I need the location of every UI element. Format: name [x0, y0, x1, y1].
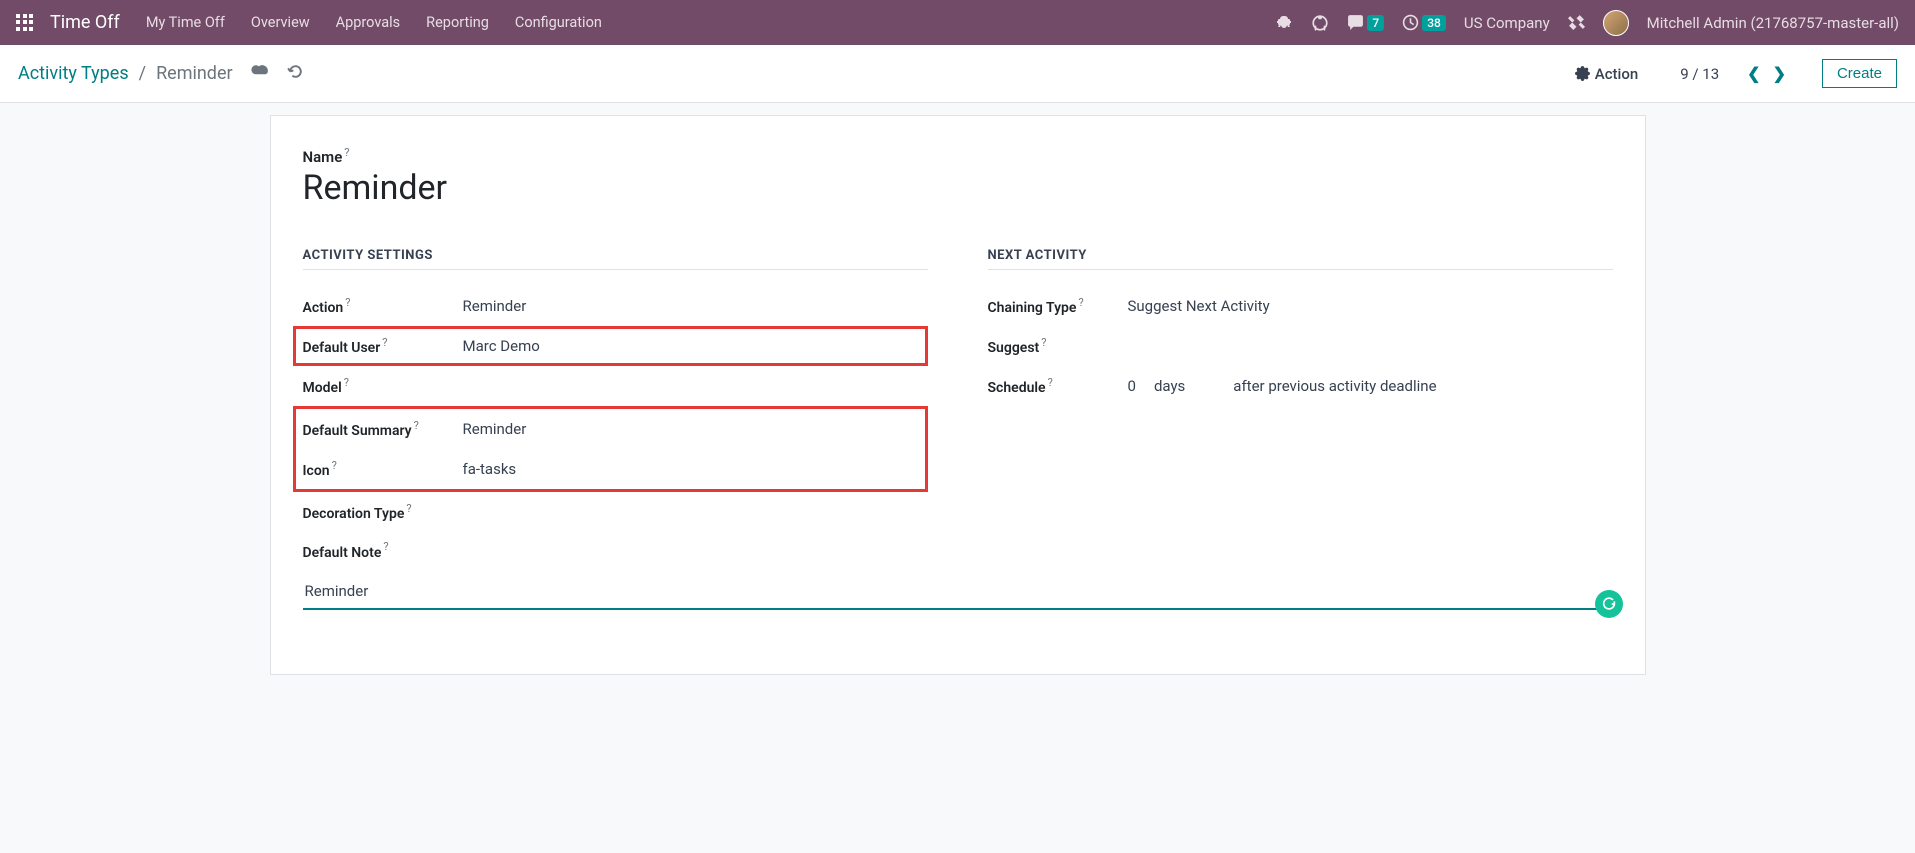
row-chaining: Chaining Type? Suggest Next Activity	[988, 286, 1613, 326]
highlight-summary-icon: Default Summary? Reminder Icon? fa-tasks	[293, 406, 928, 492]
cloud-save-icon[interactable]	[251, 63, 269, 85]
row-default-user: Default User? Marc Demo	[293, 326, 928, 366]
apps-icon[interactable]	[16, 14, 34, 32]
model-label: Model	[303, 380, 342, 396]
default-summary-label: Default Summary	[303, 423, 412, 439]
action-label: Action	[303, 300, 344, 316]
support-icon[interactable]	[1311, 14, 1329, 32]
nav-approvals[interactable]: Approvals	[336, 14, 401, 31]
help-icon[interactable]: ?	[344, 146, 349, 159]
icon-label: Icon	[303, 463, 330, 479]
icon-value[interactable]: fa-tasks	[463, 460, 925, 478]
help-icon[interactable]: ?	[332, 459, 337, 472]
help-icon[interactable]: ?	[383, 540, 388, 553]
section-activity-settings: ACTIVITY SETTINGS	[303, 248, 928, 270]
pager-next[interactable]: ❯	[1769, 62, 1790, 85]
form-sheet: Name? Reminder ACTIVITY SETTINGS Action?…	[270, 115, 1646, 675]
decoration-label: Decoration Type	[303, 506, 405, 522]
name-field-group: Name? Reminder	[303, 146, 1613, 208]
navbar-right: 7 38 US Company Mitchell Admin (21768757…	[1277, 10, 1899, 36]
row-decoration: Decoration Type?	[303, 492, 928, 532]
left-column: ACTIVITY SETTINGS Action? Reminder Defau…	[303, 248, 928, 578]
nav-links: My Time Off Overview Approvals Reporting…	[146, 14, 602, 31]
default-user-label: Default User	[303, 340, 381, 356]
row-action: Action? Reminder	[303, 286, 928, 326]
breadcrumb: Activity Types / Reminder	[18, 63, 304, 85]
row-suggest: Suggest?	[988, 326, 1613, 366]
right-column: NEXT ACTIVITY Chaining Type? Suggest Nex…	[988, 248, 1613, 578]
user-menu[interactable]: Mitchell Admin (21768757-master-all)	[1647, 14, 1899, 32]
control-panel: Activity Types / Reminder Action 9 / 13 …	[0, 45, 1915, 103]
help-icon[interactable]: ?	[414, 419, 419, 432]
form-columns: ACTIVITY SETTINGS Action? Reminder Defau…	[303, 248, 1613, 578]
name-value[interactable]: Reminder	[303, 168, 1613, 208]
control-panel-right: Action 9 / 13 ❮ ❯ Create	[1575, 59, 1897, 88]
chaining-label: Chaining Type	[988, 300, 1077, 316]
schedule-value: 0 days after previous activity deadline	[1128, 377, 1613, 395]
row-schedule: Schedule? 0 days after previous activity…	[988, 366, 1613, 406]
help-icon[interactable]: ?	[345, 296, 350, 309]
tools-icon[interactable]	[1568, 14, 1585, 31]
activities-badge: 38	[1422, 15, 1446, 31]
name-label: Name	[303, 148, 343, 166]
company-switcher[interactable]: US Company	[1464, 14, 1550, 32]
action-dropdown[interactable]: Action	[1575, 65, 1638, 83]
default-summary-value[interactable]: Reminder	[463, 420, 925, 438]
discard-icon[interactable]	[287, 63, 304, 84]
pager-arrows: ❮ ❯	[1743, 62, 1790, 85]
breadcrumb-parent[interactable]: Activity Types	[18, 63, 129, 84]
action-label: Action	[1595, 65, 1638, 83]
help-icon[interactable]: ?	[1078, 296, 1083, 309]
row-default-note: Default Note?	[303, 538, 928, 578]
default-user-value[interactable]: Marc Demo	[463, 337, 925, 355]
schedule-desc[interactable]: after previous activity deadline	[1233, 377, 1436, 395]
navbar-left: Time Off My Time Off Overview Approvals …	[16, 12, 602, 33]
schedule-label: Schedule	[988, 380, 1046, 396]
grammarly-icon[interactable]	[1595, 590, 1623, 618]
nav-reporting[interactable]: Reporting	[426, 14, 489, 31]
gear-icon	[1575, 66, 1590, 81]
help-icon[interactable]: ?	[1041, 336, 1046, 349]
pager-prev[interactable]: ❮	[1743, 62, 1764, 85]
breadcrumb-separator: /	[139, 63, 146, 84]
schedule-count[interactable]: 0	[1128, 377, 1136, 395]
default-note-value[interactable]: Reminder	[303, 578, 1613, 610]
suggest-label: Suggest	[988, 340, 1040, 356]
nav-my-time-off[interactable]: My Time Off	[146, 14, 225, 31]
app-brand[interactable]: Time Off	[50, 12, 120, 33]
bug-icon[interactable]	[1277, 15, 1293, 31]
section-next-activity: NEXT ACTIVITY	[988, 248, 1613, 270]
row-default-summary: Default Summary? Reminder	[303, 409, 925, 449]
row-model: Model?	[303, 366, 928, 406]
breadcrumb-current: Reminder	[156, 63, 233, 84]
messages-badge: 7	[1367, 15, 1384, 31]
top-navbar: Time Off My Time Off Overview Approvals …	[0, 0, 1915, 45]
activities-icon[interactable]: 38	[1402, 14, 1446, 31]
chaining-value[interactable]: Suggest Next Activity	[1128, 297, 1613, 315]
default-note-label: Default Note	[303, 545, 382, 561]
help-icon[interactable]: ?	[1048, 376, 1053, 389]
help-icon[interactable]: ?	[406, 502, 411, 515]
action-value[interactable]: Reminder	[463, 297, 928, 315]
messages-icon[interactable]: 7	[1347, 14, 1384, 31]
row-icon: Icon? fa-tasks	[303, 449, 925, 489]
create-button[interactable]: Create	[1822, 59, 1897, 88]
nav-overview[interactable]: Overview	[251, 14, 310, 31]
avatar[interactable]	[1603, 10, 1629, 36]
form-container: Name? Reminder ACTIVITY SETTINGS Action?…	[258, 115, 1658, 675]
help-icon[interactable]: ?	[382, 336, 387, 349]
help-icon[interactable]: ?	[344, 376, 349, 389]
pager-text[interactable]: 9 / 13	[1680, 65, 1719, 83]
schedule-unit[interactable]: days	[1154, 377, 1185, 395]
nav-configuration[interactable]: Configuration	[515, 14, 602, 31]
